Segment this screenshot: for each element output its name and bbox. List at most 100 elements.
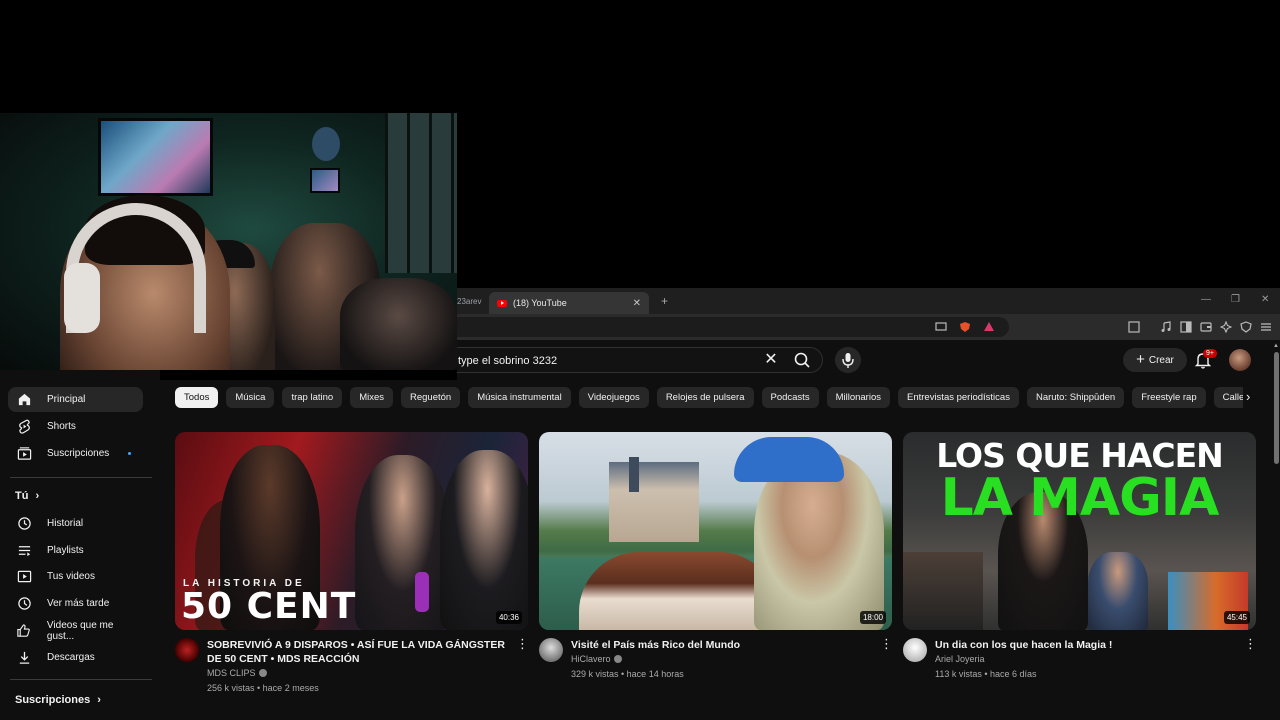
sidebar-item-label: Videos que me gust... (46, 619, 114, 642)
sidebar-item-label: Shorts (47, 421, 76, 432)
sidebar-item-shorts[interactable]: Shorts (8, 414, 143, 439)
chip-musica-instrumental[interactable]: Música instrumental (468, 387, 571, 408)
sidebar-item-playlists[interactable]: Playlists (8, 538, 143, 563)
chip-mixes[interactable]: Mixes (350, 387, 393, 408)
tab-previous[interactable]: 23arev (457, 297, 489, 306)
channel-name[interactable]: HiClavero (571, 654, 622, 664)
channel-avatar[interactable] (175, 638, 199, 662)
channel-name[interactable]: MDS CLIPS (207, 668, 267, 678)
verified-icon (613, 655, 622, 663)
more-options-icon[interactable]: ⋮ (516, 637, 529, 650)
new-tab-button[interactable]: + (661, 294, 668, 308)
music-icon[interactable] (1160, 321, 1172, 333)
tab-title: (18) YouTube (513, 298, 567, 308)
playlists-icon (16, 543, 32, 559)
menu-icon[interactable] (1260, 321, 1272, 333)
tab-close-icon[interactable]: ✕ (633, 298, 641, 309)
chip-relojes-de-pulsera[interactable]: Relojes de pulsera (656, 387, 754, 408)
television (98, 118, 213, 196)
window-in-room (385, 113, 457, 273)
maximize-icon[interactable]: ❐ (1231, 294, 1240, 305)
clear-search-icon[interactable]: ✕ (763, 352, 779, 368)
browser-tab-bar: 23arev (18) YouTube ✕ + — ❐ ✕ (457, 288, 1280, 314)
channel-name-text: HiClavero (571, 654, 611, 664)
video-thumbnail[interactable]: LA HISTORIA DE 50 CENT 40:36 (175, 432, 528, 630)
sidebar-item-descargas[interactable]: Descargas (8, 645, 143, 670)
more-options-icon[interactable]: ⋮ (880, 637, 893, 650)
you-heading-label: Tú (15, 490, 29, 502)
microphone-icon (842, 353, 854, 368)
reader-icon[interactable] (1180, 321, 1192, 333)
voice-search-button[interactable] (835, 347, 861, 373)
chip-naruto-shippuden[interactable]: Naruto: Shippūden (1026, 387, 1125, 408)
tab-youtube[interactable]: (18) YouTube ✕ (489, 292, 649, 314)
vpn-shield-icon[interactable] (1240, 321, 1252, 333)
more-options-icon[interactable]: ⋮ (1244, 637, 1257, 650)
video-card[interactable]: LA HISTORIA DE 50 CENT 40:36 SOBREVIVIÓ … (175, 432, 529, 708)
browser-toolbar (457, 314, 1280, 340)
video-thumbnail[interactable]: LOS QUE HACEN LA MAGIA 45:45 (903, 432, 1256, 630)
chevron-right-icon[interactable]: › (1246, 389, 1262, 405)
verified-icon (258, 669, 267, 677)
channel-avatar[interactable] (903, 638, 927, 662)
channel-name[interactable]: Ariel Joyeria (935, 654, 985, 664)
search-input[interactable] (458, 352, 748, 370)
minimize-icon[interactable]: — (1201, 294, 1211, 305)
leo-ai-icon[interactable] (1220, 321, 1232, 333)
downloads-icon (16, 650, 32, 666)
scrollbar-thumb[interactable] (1274, 352, 1279, 464)
subscriptions-section-heading[interactable]: Suscripciones › (15, 694, 101, 706)
brave-shield-icon[interactable] (959, 321, 971, 333)
video-card[interactable]: LOS QUE HACEN LA MAGIA 45:45 Un dia con … (903, 432, 1257, 708)
chip-trap-latino[interactable]: trap latino (282, 387, 343, 408)
wallet-icon[interactable] (1200, 321, 1212, 333)
channel-avatar[interactable] (539, 638, 563, 662)
home-icon (16, 392, 32, 408)
shorts-icon (16, 419, 32, 435)
sidebar-panel-icon[interactable] (1128, 321, 1140, 333)
video-thumbnail[interactable]: 18:00 (539, 432, 892, 630)
video-title[interactable]: Un dia con los que hacen la Magia ! (935, 638, 1235, 652)
sidebar-item-label: Ver más tarde (47, 598, 110, 609)
sidebar-item-suscripciones[interactable]: Suscripciones (8, 441, 143, 466)
history-icon (16, 516, 32, 532)
account-avatar[interactable] (1229, 349, 1251, 371)
sidebar-item-tus-videos[interactable]: Tus videos (8, 564, 143, 589)
sidebar-item-videos-que-me-gustan[interactable]: Videos que me gust... (8, 618, 143, 643)
address-bar[interactable] (457, 317, 1009, 337)
video-duration: 45:45 (1223, 611, 1250, 624)
video-title[interactable]: SOBREVIVIÓ A 9 DISPAROS • ASÍ FUE LA VID… (207, 638, 507, 666)
window-close-icon[interactable]: ✕ (1261, 294, 1269, 305)
channel-name-text: MDS CLIPS (207, 668, 256, 678)
chip-millonarios[interactable]: Millonarios (826, 387, 890, 408)
chip-musica[interactable]: Música (226, 387, 275, 408)
sidebar-item-label: Tus videos (47, 571, 95, 582)
video-card[interactable]: 18:00 Visité el País más Rico del Mundo … (539, 432, 893, 708)
chip-videojuegos[interactable]: Videojuegos (578, 387, 649, 408)
cast-icon[interactable] (935, 321, 947, 333)
sidebar-item-principal[interactable]: Principal (8, 387, 143, 412)
chip-calles[interactable]: Calles (1213, 387, 1243, 408)
create-button[interactable]: + Crear (1123, 348, 1187, 372)
sidebar-item-ver-mas-tarde[interactable]: Ver más tarde (8, 591, 143, 616)
chevron-right-icon: › (97, 694, 101, 706)
chip-podcasts[interactable]: Podcasts (761, 387, 819, 408)
sidebar: Principal Shorts Suscripciones Tú › Hist… (0, 370, 160, 720)
scroll-up-icon[interactable]: ▲ (1273, 343, 1279, 349)
chip-todos[interactable]: Todos (175, 387, 219, 408)
video-stats: 113 k vistas • hace 6 días (935, 669, 1037, 679)
search-button[interactable] (789, 351, 817, 369)
chip-entrevistas-periodisticas[interactable]: Entrevistas periodísticas (897, 387, 1019, 408)
video-title[interactable]: Visité el País más Rico del Mundo (571, 638, 871, 652)
plus-icon: + (1136, 351, 1145, 368)
chip-freestyle-rap[interactable]: Freestyle rap (1132, 387, 1206, 408)
video-stats: 256 k vistas • hace 2 meses (207, 683, 319, 693)
sidebar-item-label: Principal (47, 394, 86, 405)
sidebar-item-label: Playlists (47, 545, 84, 556)
sidebar-item-historial[interactable]: Historial (8, 511, 143, 536)
you-section-heading[interactable]: Tú › (15, 490, 39, 502)
chip-regueton[interactable]: Reguetón (401, 387, 461, 408)
liked-icon (16, 623, 32, 639)
create-label: Crear (1148, 354, 1174, 366)
brave-rewards-icon[interactable] (983, 321, 995, 333)
